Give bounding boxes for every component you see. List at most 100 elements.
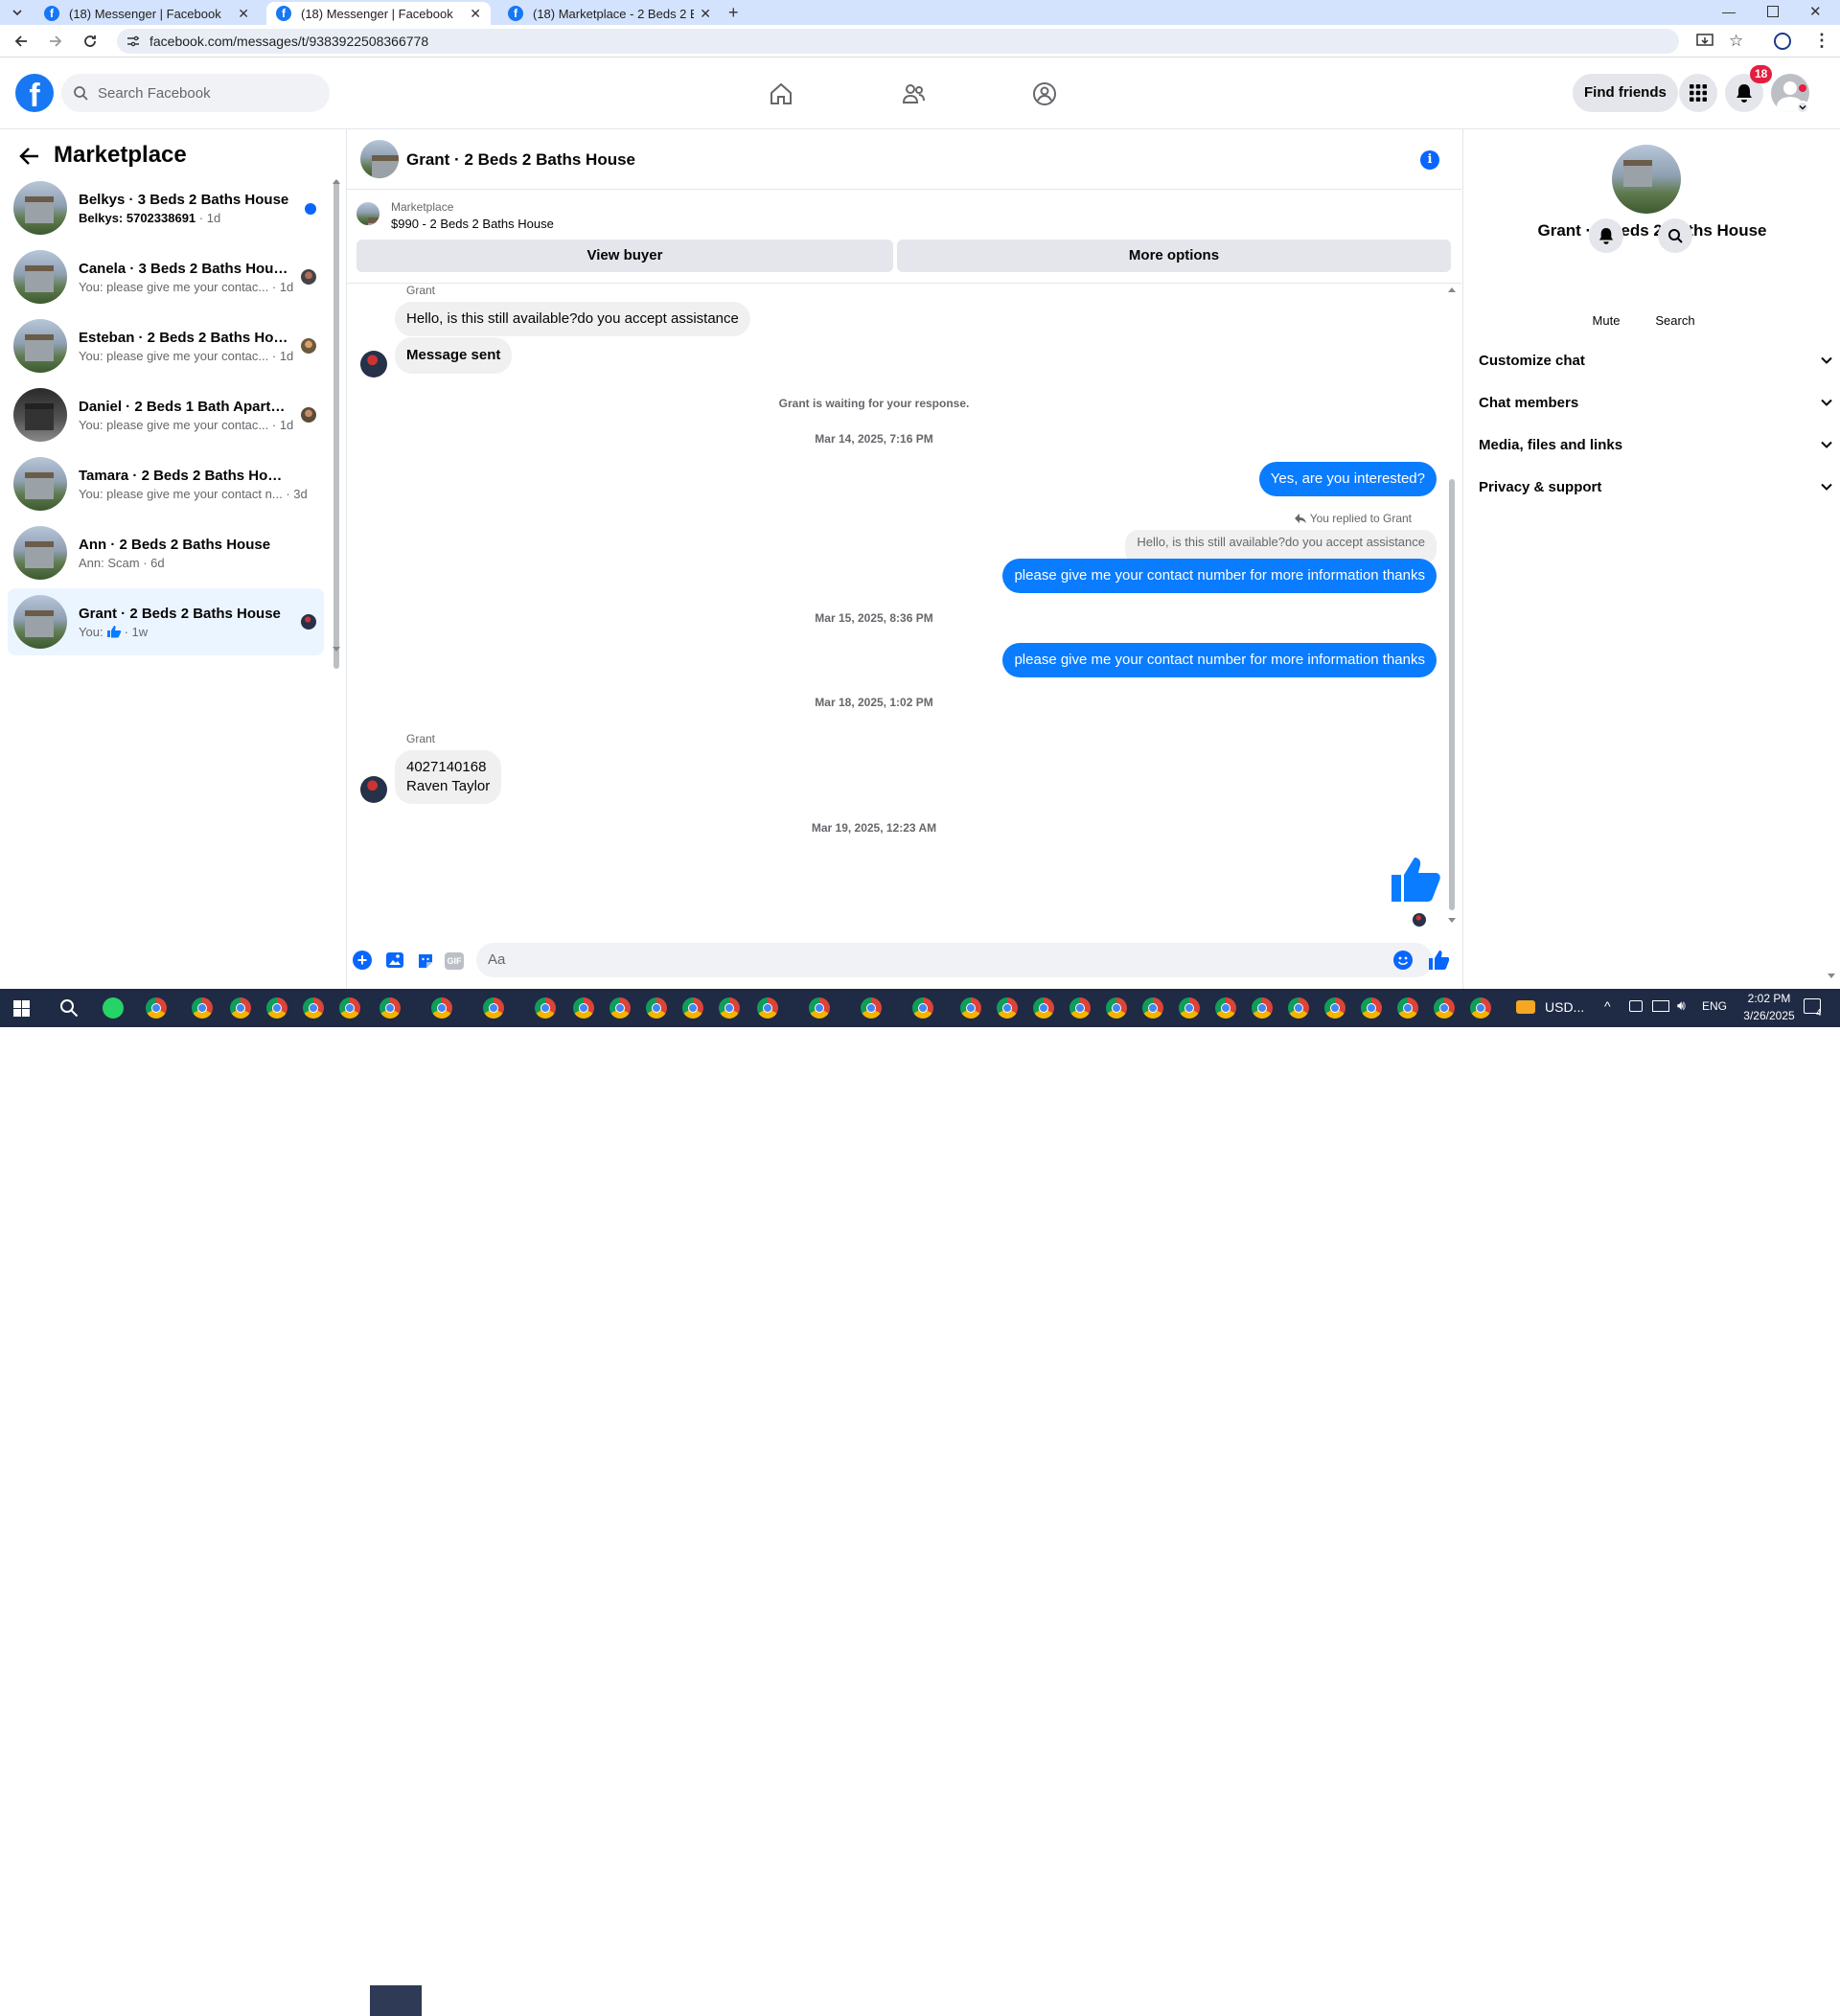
emoji-icon[interactable] [1393,951,1413,970]
volume-icon[interactable]: 🔊︎ [1677,997,1686,1014]
groups-nav-icon[interactable] [1032,81,1057,106]
sidebar-scrollbar[interactable] [334,180,339,669]
chat-header-thumbnail[interactable] [360,140,399,178]
conversation-item[interactable]: Canela · 3 Beds 2 Baths House You: pleas… [8,243,324,310]
conversation-item[interactable]: Tamara · 2 Beds 2 Baths House You: pleas… [8,450,324,517]
chrome-icon[interactable] [1142,997,1163,1019]
chrome-icon[interactable] [1361,997,1382,1019]
chrome-icon[interactable] [535,997,556,1019]
chrome-icon[interactable] [483,997,504,1019]
search-in-chat-icon[interactable] [1658,218,1692,253]
restore-icon[interactable] [1767,6,1779,17]
bookmark-star-icon[interactable]: ☆ [1729,32,1743,51]
chrome-icon[interactable] [431,997,452,1019]
chrome-icon[interactable] [380,997,401,1019]
reload-icon[interactable] [82,34,98,49]
chrome-icon[interactable] [1288,997,1309,1019]
add-attachment-icon[interactable]: + [353,951,372,970]
contact-avatar[interactable] [360,776,387,803]
tray-expand-icon[interactable]: ^ [1604,998,1611,1014]
chrome-icon[interactable] [146,997,167,1019]
chrome-icon[interactable] [646,997,667,1019]
forward-icon[interactable] [48,34,63,49]
chrome-icon[interactable] [230,997,251,1019]
scroll-up-icon[interactable] [333,179,340,184]
chrome-icon[interactable] [719,997,740,1019]
contact-avatar[interactable] [360,351,387,378]
chrome-icon[interactable] [997,997,1018,1019]
chrome-icon[interactable] [303,997,324,1019]
account-chevron-icon[interactable] [1796,101,1809,114]
currency-widget[interactable]: USD... [1545,999,1584,1015]
outgoing-message[interactable]: please give me your contact number for m… [1002,559,1437,593]
conversation-item[interactable]: Esteban · 2 Beds 2 Baths House You: plea… [8,312,324,379]
back-arrow-icon[interactable] [19,147,40,166]
tab-search-icon[interactable] [8,4,27,21]
close-tab-icon[interactable]: ✕ [700,6,711,22]
url-bar[interactable]: facebook.com/messages/t/9383922508366778 [117,29,1679,54]
gif-icon[interactable]: GIF [445,952,464,970]
scroll-down-icon[interactable] [1828,974,1835,978]
profile-icon[interactable] [1774,33,1791,50]
view-buyer-button[interactable]: View buyer [356,240,893,272]
mute-bell-icon[interactable] [1589,218,1623,253]
chrome-icon[interactable] [266,997,288,1019]
clock-date[interactable]: 3/26/2025 [1731,1009,1807,1022]
info-icon[interactable]: i [1420,150,1439,170]
close-tab-icon[interactable]: ✕ [470,6,481,22]
facebook-logo[interactable]: f [15,74,54,112]
incoming-message[interactable]: 4027140168 Raven Taylor [395,750,502,804]
chrome-icon[interactable] [1033,997,1054,1019]
new-tab-icon[interactable]: + [728,3,739,23]
install-app-icon[interactable] [1696,34,1714,49]
privacy-support-section[interactable]: Privacy & support [1479,468,1833,506]
sticker-icon[interactable] [416,951,435,971]
minimize-icon[interactable]: — [1722,4,1736,19]
clock-time[interactable]: 2:02 PM [1731,992,1807,1005]
incoming-message[interactable]: Hello, is this still available?do you ac… [395,302,750,336]
photo-icon[interactable] [385,951,404,969]
chrome-icon[interactable] [757,997,778,1019]
network-icon[interactable] [1652,1000,1669,1012]
chrome-icon[interactable] [1252,997,1273,1019]
chrome-icon[interactable] [1397,997,1418,1019]
chrome-icon[interactable] [1070,997,1091,1019]
chrome-icon[interactable] [1179,997,1200,1019]
chrome-icon[interactable] [1434,997,1455,1019]
tab-messenger-2[interactable]: f (18) Messenger | Facebook ✕ [266,2,491,25]
chat-scrollbar[interactable] [1449,479,1455,910]
taskbar-search-icon[interactable] [59,998,79,1018]
tray-app-icon[interactable] [1629,1000,1643,1012]
chrome-icon[interactable] [339,997,360,1019]
chrome-icon[interactable] [1324,997,1346,1019]
message-input[interactable]: Aa [476,943,1433,977]
listing-title[interactable]: $990 - 2 Beds 2 Baths House [391,217,554,231]
chrome-icon[interactable] [1106,997,1127,1019]
chrome-icon[interactable] [1470,997,1491,1019]
site-info-icon[interactable] [126,35,140,47]
menu-grid-icon[interactable] [1679,74,1717,112]
customize-chat-section[interactable]: Customize chat [1479,341,1833,379]
chrome-icon[interactable] [610,997,631,1019]
scroll-down-icon[interactable] [333,647,340,652]
language-indicator[interactable]: ENG [1702,999,1727,1013]
back-icon[interactable] [13,34,29,49]
chrome-icon[interactable] [192,997,213,1019]
close-tab-icon[interactable]: ✕ [238,6,249,22]
close-window-icon[interactable]: ✕ [1809,3,1822,20]
outgoing-message[interactable]: Yes, are you interested? [1258,462,1437,496]
browser-menu-icon[interactable]: ⋮ [1813,31,1830,51]
chat-title[interactable]: Grant · 2 Beds 2 Baths House [406,150,635,170]
chrome-icon[interactable] [861,997,882,1019]
currency-widget-icon[interactable] [1516,1000,1535,1014]
chrome-icon[interactable] [1215,997,1236,1019]
search-box[interactable]: Search Facebook [61,74,330,112]
sent-thumbs-up-icon[interactable] [1390,856,1441,904]
outgoing-message[interactable]: please give me your contact number for m… [1002,643,1437,677]
conversation-item[interactable]: Daniel · 2 Beds 1 Bath Apartm... You: pl… [8,381,324,448]
find-friends-button[interactable]: Find friends [1573,74,1678,112]
chrome-icon[interactable] [912,997,933,1019]
windows-start-icon[interactable] [13,1000,30,1017]
chrome-icon[interactable] [682,997,703,1019]
chrome-icon[interactable] [573,997,594,1019]
